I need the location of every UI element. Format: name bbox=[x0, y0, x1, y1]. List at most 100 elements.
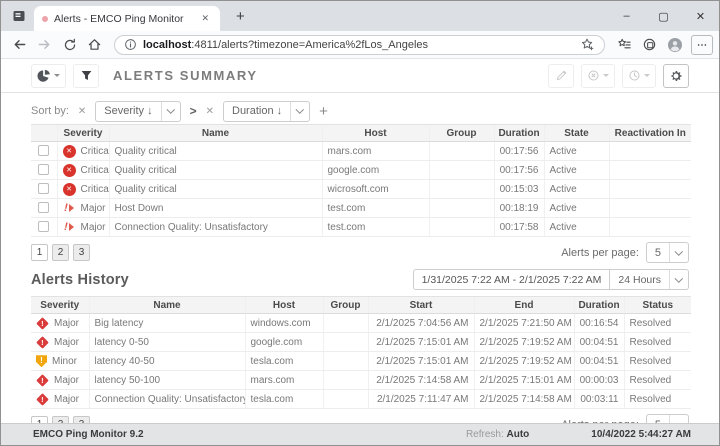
settings-button[interactable] bbox=[663, 64, 689, 88]
page-button-1[interactable]: 1 bbox=[31, 416, 48, 423]
browser-menu-button[interactable] bbox=[691, 35, 713, 55]
favorites-bar-icon[interactable] bbox=[612, 33, 637, 57]
alert-duration: 00:18:19 bbox=[494, 199, 544, 218]
alert-end: 2/1/2025 7:19:52 AM bbox=[474, 352, 574, 371]
alert-host: wicrosoft.com bbox=[322, 180, 429, 199]
severity-icon bbox=[63, 164, 76, 177]
back-icon[interactable] bbox=[7, 33, 32, 57]
severity-label: Major bbox=[54, 394, 79, 405]
filter-button[interactable] bbox=[73, 64, 99, 88]
alert-status: Resolved bbox=[624, 371, 691, 390]
alert-name: Quality critical bbox=[109, 180, 322, 199]
close-window-button[interactable]: ✕ bbox=[682, 1, 719, 31]
chevron-down-icon bbox=[644, 74, 650, 77]
browser-tab[interactable]: Alerts - EMCO Ping Monitor ✕ bbox=[34, 6, 220, 31]
minimize-button[interactable]: – bbox=[608, 1, 645, 31]
home-icon[interactable] bbox=[82, 33, 107, 57]
alert-reactivation bbox=[609, 180, 691, 199]
alert-end: 2/1/2025 7:21:50 AM bbox=[474, 314, 574, 333]
tab-actions-menu-icon[interactable] bbox=[8, 5, 30, 27]
alert-name: latency 40-50 bbox=[89, 352, 245, 371]
severity-label: Critical bbox=[81, 184, 110, 195]
emco-favicon-icon bbox=[42, 16, 48, 22]
chevron-down-icon bbox=[161, 102, 180, 121]
alert-end: 2/1/2025 7:14:58 AM bbox=[474, 390, 574, 409]
row-checkbox[interactable] bbox=[38, 183, 49, 194]
date-range-input[interactable]: 1/31/2025 7:22 AM - 2/1/2025 7:22 AM bbox=[413, 269, 611, 290]
chevron-down-icon bbox=[669, 415, 688, 423]
history-pagination: 1 2 3 Alerts per page: 5 bbox=[31, 414, 689, 423]
close-tab-icon[interactable]: ✕ bbox=[198, 11, 212, 26]
refresh-status: Refresh: Auto bbox=[466, 429, 529, 440]
deactivate-alert-button[interactable] bbox=[581, 64, 615, 88]
alert-group bbox=[323, 390, 368, 409]
row-checkbox[interactable] bbox=[38, 164, 49, 175]
row-checkbox[interactable] bbox=[38, 221, 49, 232]
per-page-dropdown[interactable]: 5 bbox=[646, 242, 689, 263]
per-page-label: Alerts per page: bbox=[561, 247, 639, 259]
alert-host: google.com bbox=[322, 161, 429, 180]
alert-host: tesla.com bbox=[245, 352, 323, 371]
snooze-alert-button[interactable] bbox=[622, 64, 656, 88]
page-title: ALERTS SUMMARY bbox=[113, 68, 258, 83]
alert-name: Big latency bbox=[89, 314, 245, 333]
maximize-button[interactable]: ▢ bbox=[645, 1, 682, 31]
column-header-group: Group bbox=[429, 125, 494, 142]
sort-field-1-dropdown[interactable]: Severity ↓ bbox=[95, 101, 180, 122]
page-button-1[interactable]: 1 bbox=[31, 244, 48, 261]
page-button-2[interactable]: 2 bbox=[52, 416, 69, 423]
severity-icon bbox=[63, 221, 76, 234]
row-checkbox[interactable] bbox=[38, 202, 49, 213]
app-toolbar: ALERTS SUMMARY bbox=[1, 59, 719, 93]
gear-icon bbox=[669, 69, 683, 83]
per-page-dropdown[interactable]: 5 bbox=[646, 414, 689, 423]
alert-row: Critical Quality critical wicrosoft.com … bbox=[31, 180, 691, 199]
alert-reactivation bbox=[609, 161, 691, 180]
page-button-3[interactable]: 3 bbox=[73, 416, 90, 423]
sort-bar: Sort by: ✕ Severity ↓ > ✕ Duration ↓ + bbox=[31, 98, 689, 124]
range-preset-dropdown[interactable]: 24 Hours bbox=[610, 269, 689, 290]
severity-label: Minor bbox=[52, 356, 77, 367]
collections-icon[interactable] bbox=[637, 33, 662, 57]
chevron-down-icon bbox=[603, 74, 609, 77]
row-checkbox[interactable] bbox=[38, 145, 49, 156]
address-bar[interactable]: localhost:4811/alerts?timezone=America%2… bbox=[114, 35, 605, 55]
page-button-3[interactable]: 3 bbox=[73, 244, 90, 261]
forward-icon[interactable] bbox=[32, 33, 57, 57]
alert-status: Resolved bbox=[624, 333, 691, 352]
refresh-value: Auto bbox=[507, 429, 530, 440]
filter-icon bbox=[80, 69, 93, 82]
url-text: localhost:4811/alerts?timezone=America%2… bbox=[143, 39, 428, 51]
chevron-down-icon bbox=[669, 270, 688, 289]
view-selector-button[interactable] bbox=[31, 64, 66, 88]
alert-host: test.com bbox=[322, 199, 429, 218]
profile-avatar-icon[interactable] bbox=[662, 33, 687, 57]
add-favorite-icon[interactable] bbox=[580, 37, 595, 52]
alert-host: windows.com bbox=[245, 314, 323, 333]
severity-icon bbox=[63, 202, 76, 215]
alert-state: Active bbox=[544, 218, 609, 237]
severity-icon bbox=[36, 317, 49, 330]
alert-reactivation bbox=[609, 142, 691, 161]
severity-label: Critical bbox=[81, 146, 110, 157]
column-header-status: Status bbox=[624, 297, 691, 314]
alert-host: test.com bbox=[322, 218, 429, 237]
severity-icon bbox=[36, 393, 49, 406]
per-page-value: 5 bbox=[647, 247, 669, 259]
new-tab-button[interactable]: + bbox=[230, 8, 251, 25]
toolbar-actions bbox=[548, 64, 689, 88]
history-header-row: Severity Name Host Group Start End Durat… bbox=[31, 297, 691, 314]
page-button-2[interactable]: 2 bbox=[52, 244, 69, 261]
chevron-down-icon bbox=[290, 102, 309, 121]
refresh-icon[interactable] bbox=[57, 33, 82, 57]
sort-field-2-dropdown[interactable]: Duration ↓ bbox=[223, 101, 310, 122]
alert-name: latency 0-50 bbox=[89, 333, 245, 352]
alert-start: 2/1/2025 7:15:01 AM bbox=[368, 333, 474, 352]
url-path: :4811/alerts?timezone=America%2fLos_Ange… bbox=[191, 39, 428, 51]
add-sort-field-button[interactable]: + bbox=[319, 103, 328, 120]
remove-sort-field-icon[interactable]: ✕ bbox=[78, 106, 86, 117]
edit-alert-button[interactable] bbox=[548, 64, 574, 88]
site-info-icon[interactable] bbox=[124, 38, 137, 51]
history-row: Minor latency 40-50 tesla.com 2/1/2025 7… bbox=[31, 352, 691, 371]
remove-sort-field-icon[interactable]: ✕ bbox=[206, 106, 214, 117]
